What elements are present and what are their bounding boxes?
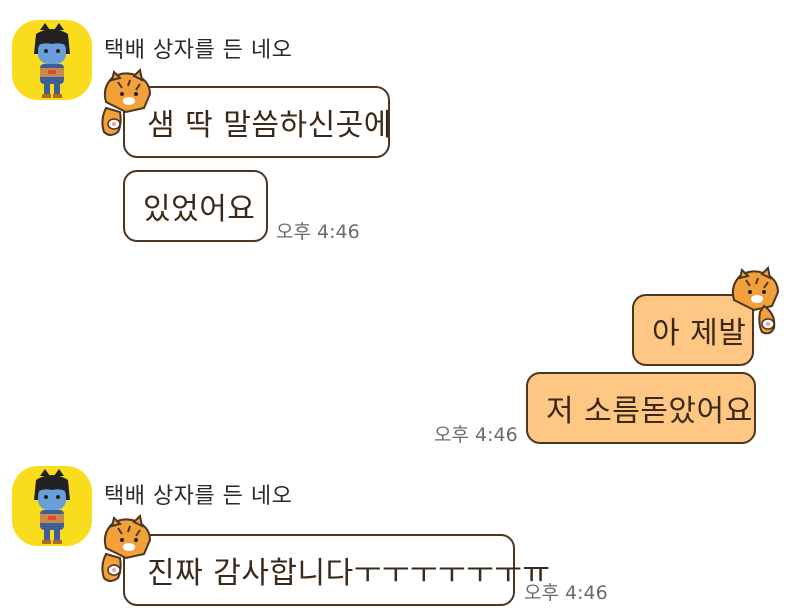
tiger-sticker-icon [96,68,160,140]
avatar[interactable] [12,20,92,100]
neo-avatar-icon [12,20,92,100]
message-text: 저 소름돋았어요 [546,394,753,429]
message-text: 진짜 감사합니다ㅜㅜㅜㅜㅜㅜㅠ [147,556,551,591]
message-timestamp: 오후 4:46 [524,582,608,604]
message-text: 있었어요 [143,192,256,227]
neo-avatar-icon [12,466,92,546]
tiger-sticker-icon [724,266,788,338]
message-text: 샘 딱 말씀하신곳에 [147,108,392,143]
tiger-sticker-icon [96,514,160,586]
avatar[interactable] [12,466,92,546]
message-timestamp: 오후 4:46 [276,221,360,243]
message-bubble[interactable]: 있었어요 [123,170,268,242]
sender-name: 택배 상자를 든 네오 [104,38,293,63]
message-bubble[interactable]: 저 소름돋았어요 [526,372,756,444]
message-bubble[interactable]: 샘 딱 말씀하신곳에 [123,86,392,158]
message-bubble[interactable]: 진짜 감사합니다ㅜㅜㅜㅜㅜㅜㅠ [123,534,550,606]
message-timestamp: 오후 4:46 [434,424,518,446]
sender-name: 택배 상자를 든 네오 [104,484,293,509]
